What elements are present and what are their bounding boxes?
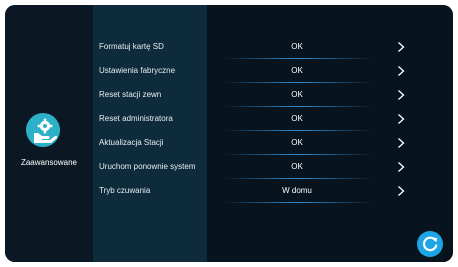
setting-label: Reset administratora: [99, 114, 173, 123]
setting-value[interactable]: OK: [255, 83, 339, 106]
setting-value[interactable]: OK: [255, 107, 339, 130]
device-screen: Zaawansowane Formatuj kartę SD OK Ustawi…: [5, 5, 453, 262]
setting-value[interactable]: W domu: [255, 179, 339, 202]
chevron-right-icon[interactable]: [396, 161, 406, 173]
setting-label: Formatuj kartę SD: [99, 42, 164, 51]
setting-value[interactable]: OK: [255, 59, 339, 82]
setting-value[interactable]: OK: [255, 155, 339, 178]
chevron-right-icon[interactable]: [396, 41, 406, 53]
setting-label: Uruchom ponownie system: [99, 162, 196, 171]
setting-row-reset-admin[interactable]: Reset administratora OK: [93, 107, 453, 131]
setting-label: Tryb czuwania: [99, 186, 151, 195]
setting-row-standby-mode[interactable]: Tryb czuwania W domu: [93, 179, 453, 203]
setting-label: Aktualizacja Stacji: [99, 138, 164, 147]
setting-label: Ustawienia fabryczne: [99, 66, 176, 75]
setting-row-restart-system[interactable]: Uruchom ponownie system OK: [93, 155, 453, 179]
setting-row-reset-outdoor-station[interactable]: Reset stacji zewn OK: [93, 83, 453, 107]
setting-row-factory-settings[interactable]: Ustawienia fabryczne OK: [93, 59, 453, 83]
setting-row-station-update[interactable]: Aktualizacja Stacji OK: [93, 131, 453, 155]
setting-value[interactable]: OK: [255, 131, 339, 154]
chevron-right-icon[interactable]: [396, 113, 406, 125]
setting-row-format-sd[interactable]: Formatuj kartę SD OK: [93, 35, 453, 59]
chevron-right-icon[interactable]: [396, 137, 406, 149]
settings-hand-icon[interactable]: [26, 113, 60, 147]
row-divider: [223, 202, 373, 203]
sidebar-label: Zaawansowane: [20, 158, 78, 167]
setting-value[interactable]: OK: [255, 35, 339, 58]
sidebar: Zaawansowane: [5, 5, 93, 262]
refresh-button[interactable]: [417, 231, 443, 257]
chevron-right-icon[interactable]: [396, 89, 406, 101]
chevron-right-icon[interactable]: [396, 65, 406, 77]
chevron-right-icon[interactable]: [396, 185, 406, 197]
setting-label: Reset stacji zewn: [99, 90, 162, 99]
refresh-icon: [422, 236, 438, 252]
